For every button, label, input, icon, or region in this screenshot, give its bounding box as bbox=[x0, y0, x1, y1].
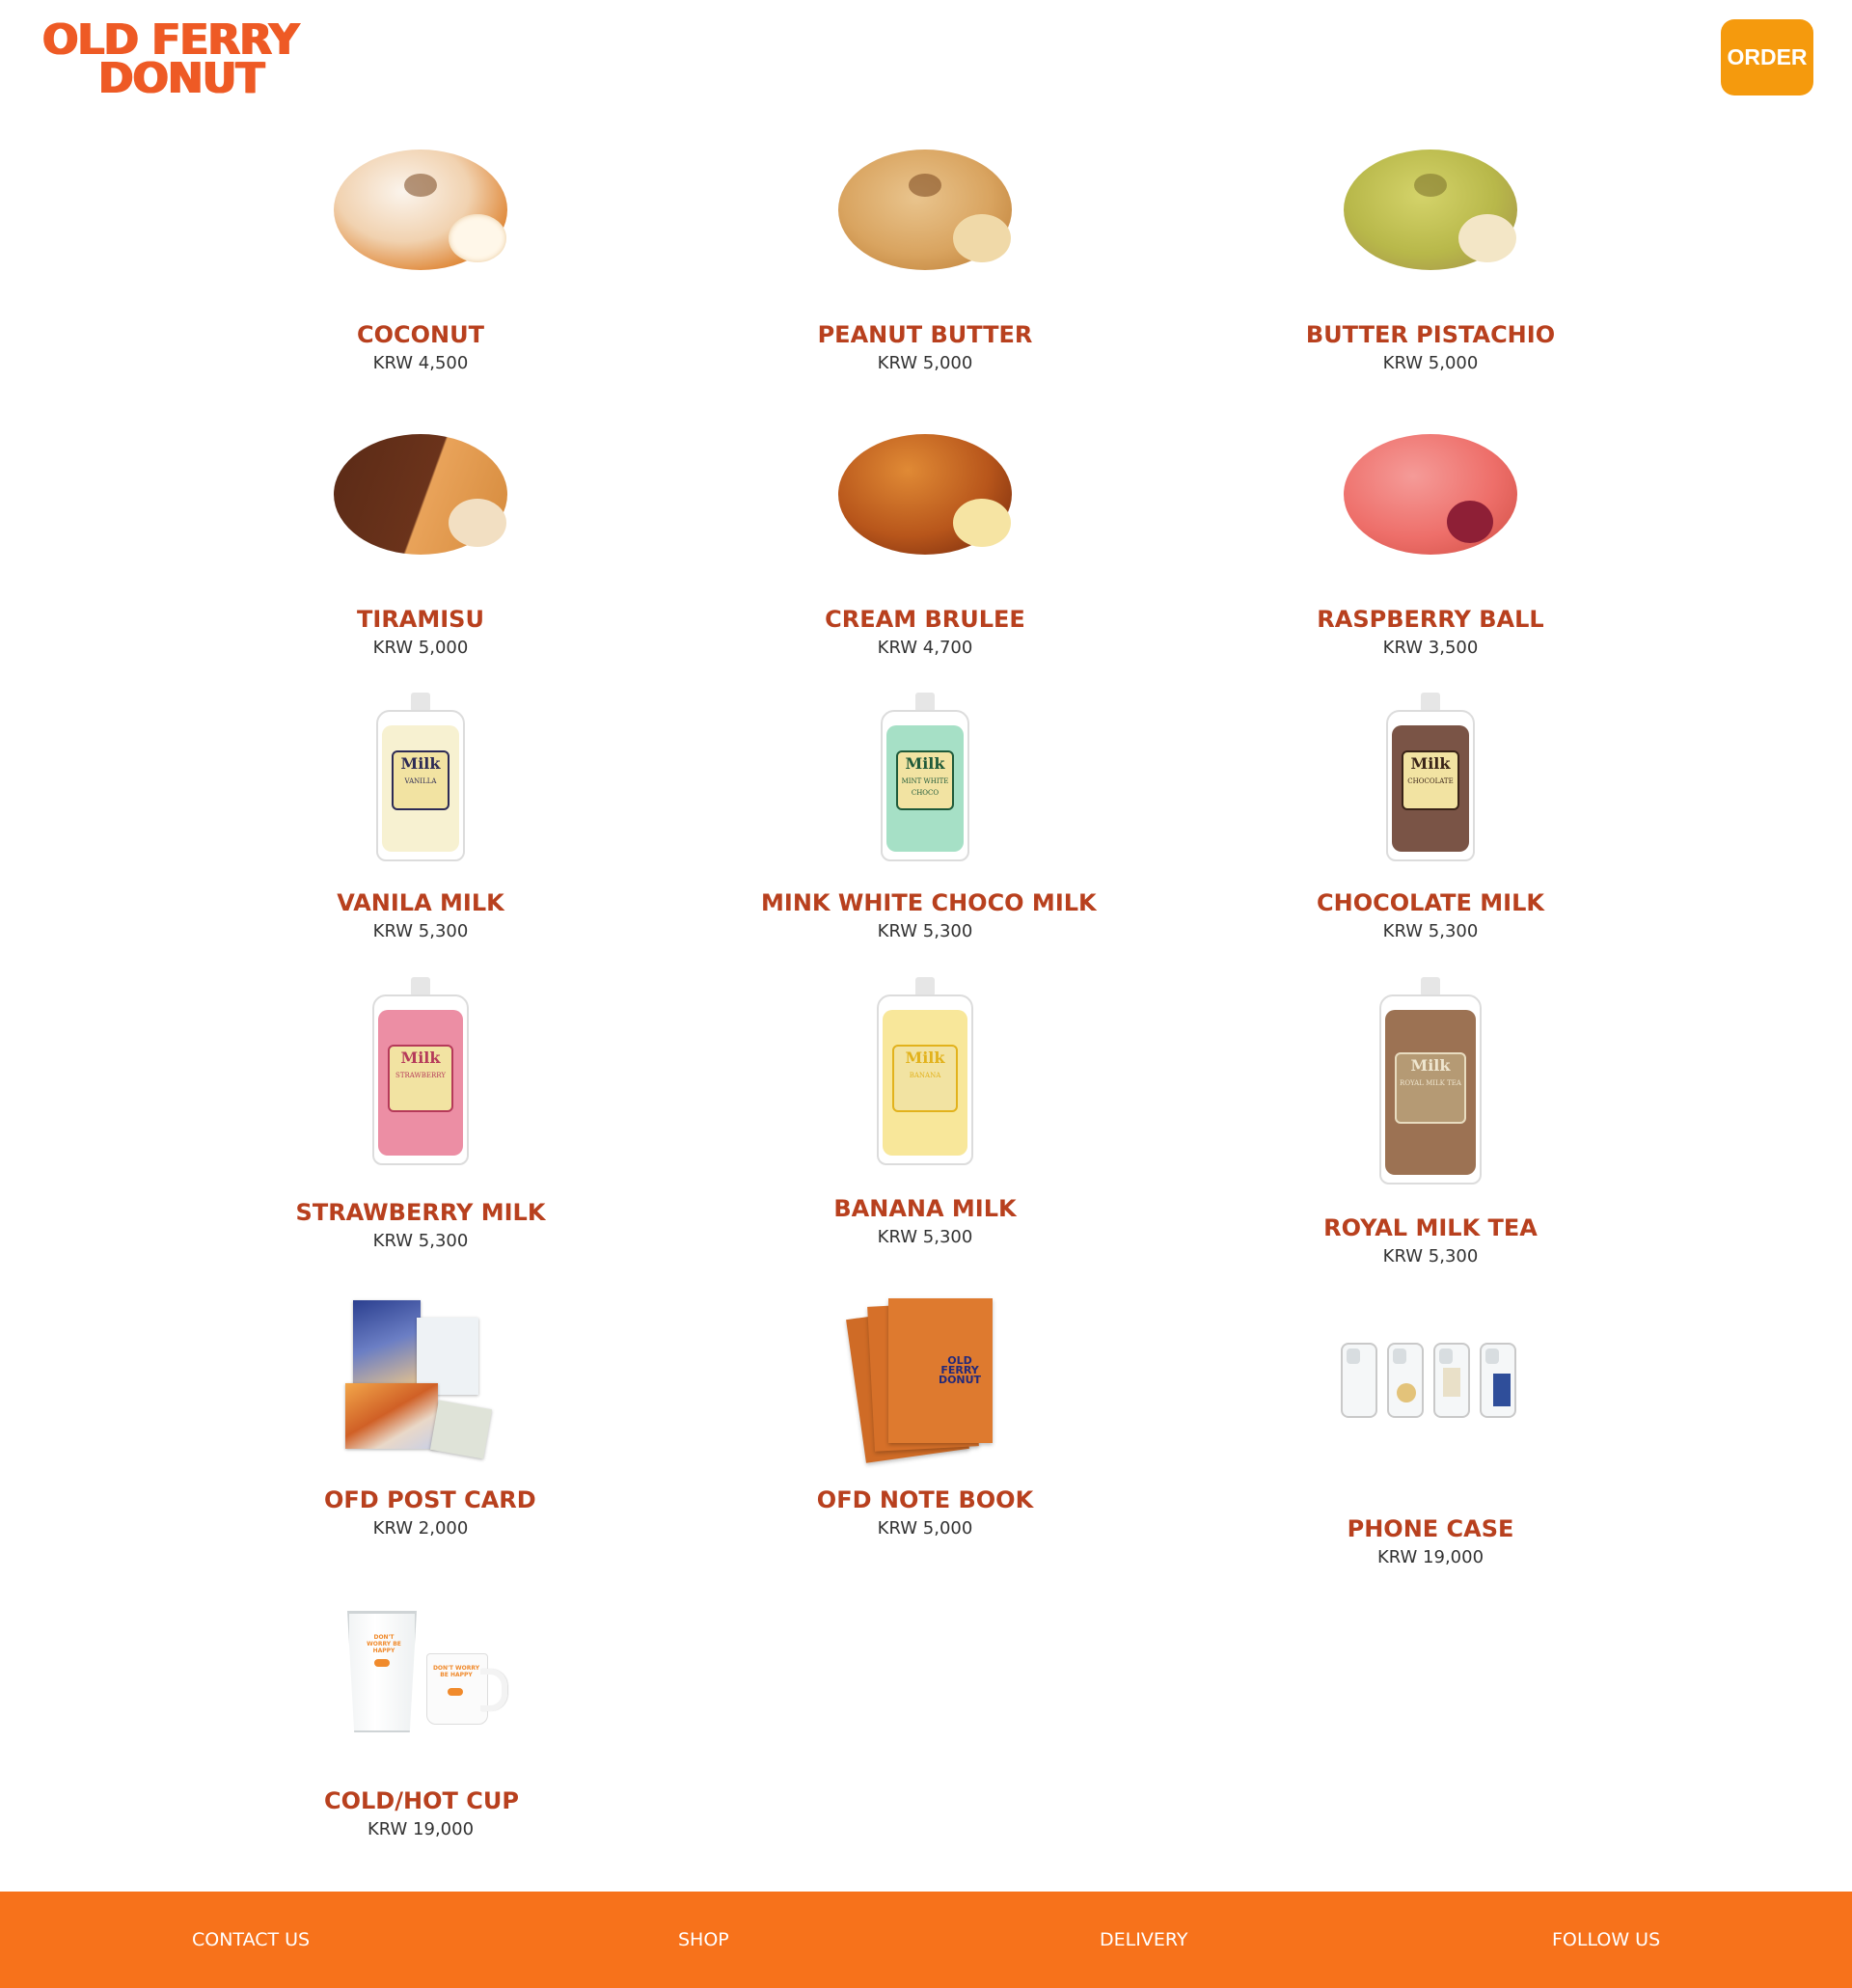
product-name[interactable]: COCONUT bbox=[324, 320, 517, 349]
ofd-note-book-image[interactable]: OLD FERRY DONUT bbox=[846, 1291, 1002, 1463]
footer-link-shop[interactable]: SHOP bbox=[678, 1892, 729, 1988]
peanut-butter-donut-image[interactable] bbox=[833, 135, 1017, 280]
ofd-post-card-image[interactable] bbox=[334, 1291, 507, 1464]
pouch-flavor: BANANA bbox=[909, 1072, 941, 1079]
mug-print: DON'T WORRY BE HAPPY bbox=[432, 1665, 480, 1678]
order-button[interactable]: ORDER bbox=[1721, 19, 1813, 95]
product-name[interactable]: RASPBERRY BALL bbox=[1266, 605, 1594, 634]
product-price: KRW 4,700 bbox=[877, 638, 973, 658]
strawberry-milk-pouch-image[interactable]: Milk STRAWBERRY bbox=[372, 977, 469, 1165]
product-card-ofd-post-card[interactable]: OFD POST CARD KRW 2,000 bbox=[324, 1291, 536, 1541]
product-name[interactable]: OFD NOTE BOOK bbox=[761, 1485, 1089, 1514]
pouch-label: Milk bbox=[1410, 1056, 1451, 1075]
product-name[interactable]: OFD POST CARD bbox=[324, 1485, 536, 1514]
product-name[interactable]: TIRAMISU bbox=[324, 605, 517, 634]
product-price: KRW 3,500 bbox=[1382, 638, 1479, 658]
cream-brulee-donut-image[interactable] bbox=[833, 420, 1017, 564]
tiramisu-donut-image[interactable] bbox=[329, 420, 512, 564]
banana-milk-pouch-image[interactable]: Milk BANANA bbox=[877, 977, 973, 1165]
product-name[interactable]: VANILA MILK bbox=[324, 888, 517, 917]
pouch-flavor: STRAWBERRY bbox=[395, 1072, 446, 1079]
footer-link-delivery[interactable]: DELIVERY bbox=[1100, 1892, 1187, 1988]
mug-badge bbox=[448, 1688, 463, 1696]
notebook-logo: OLD FERRY DONUT bbox=[938, 1354, 982, 1386]
product-name[interactable]: BUTTER PISTACHIO bbox=[1266, 320, 1594, 349]
brand-logo[interactable]: OLD FERRY DONUT bbox=[42, 19, 332, 103]
product-card-cold-hot-cup[interactable]: DON'T WORRY BE HAPPY DON'T WORRY BE HAPP… bbox=[324, 1601, 519, 1842]
product-price: KRW 19,000 bbox=[367, 1819, 475, 1839]
product-price: KRW 5,300 bbox=[1382, 1246, 1479, 1266]
vanila-milk-pouch-image[interactable]: Milk VANILLA bbox=[376, 693, 465, 861]
product-card-royal-milk-tea[interactable]: Milk ROYAL MILK TEA ROYAL MILK TEA KRW 5,… bbox=[1266, 977, 1594, 1269]
product-name[interactable]: CHOCOLATE MILK bbox=[1266, 888, 1594, 917]
product-card-raspberry-ball[interactable]: RASPBERRY BALL KRW 3,500 bbox=[1266, 420, 1594, 661]
product-card-ofd-note-book[interactable]: OLD FERRY DONUT OFD NOTE BOOK KRW 5,000 bbox=[761, 1291, 1089, 1541]
product-card-coconut[interactable]: COCONUT KRW 4,500 bbox=[324, 135, 517, 376]
royal-milk-tea-pouch-image[interactable]: Milk ROYAL MILK TEA bbox=[1379, 977, 1482, 1185]
product-card-peanut-butter[interactable]: PEANUT BUTTER KRW 5,000 bbox=[761, 135, 1089, 376]
product-price: KRW 4,500 bbox=[372, 353, 469, 373]
pouch-label: Milk bbox=[1410, 754, 1451, 773]
pouch-label: Milk bbox=[400, 1048, 441, 1067]
product-card-tiramisu[interactable]: TIRAMISU KRW 5,000 bbox=[324, 420, 517, 661]
product-name[interactable]: BANANA MILK bbox=[761, 1194, 1089, 1223]
product-price: KRW 5,300 bbox=[372, 1231, 469, 1251]
product-price: KRW 5,000 bbox=[372, 638, 469, 658]
butter-pistachio-donut-image[interactable] bbox=[1339, 135, 1522, 280]
pouch-flavor: CHOCOLATE bbox=[1407, 777, 1454, 785]
product-name[interactable]: COLD/HOT CUP bbox=[324, 1786, 519, 1815]
product-price: KRW 5,000 bbox=[1382, 353, 1479, 373]
glass-badge bbox=[374, 1659, 390, 1667]
product-name[interactable]: PHONE CASE bbox=[1266, 1514, 1594, 1543]
product-card-strawberry-milk[interactable]: Milk STRAWBERRY STRAWBERRY MILK KRW 5,300 bbox=[286, 977, 556, 1254]
product-name[interactable]: CREAM BRULEE bbox=[761, 605, 1089, 634]
pouch-label: Milk bbox=[905, 1048, 945, 1067]
product-card-mint-white-choco-milk[interactable]: Milk MINT WHITE CHOCO MINK WHITE CHOCO MI… bbox=[761, 693, 1097, 944]
product-name[interactable]: PEANUT BUTTER bbox=[761, 320, 1089, 349]
pouch-label: Milk bbox=[905, 754, 945, 773]
product-price: KRW 5,300 bbox=[877, 921, 973, 941]
footer-link-contact-us[interactable]: CONTACT US bbox=[192, 1892, 310, 1988]
mint-white-choco-milk-pouch-image[interactable]: Milk MINT WHITE CHOCO bbox=[881, 693, 969, 861]
product-price: KRW 2,000 bbox=[372, 1518, 469, 1539]
product-price: KRW 5,000 bbox=[877, 353, 973, 373]
product-card-vanila-milk[interactable]: Milk VANILLA VANILA MILK KRW 5,300 bbox=[324, 693, 517, 944]
pouch-flavor: VANILLA bbox=[404, 777, 437, 785]
product-price: KRW 5,000 bbox=[877, 1518, 973, 1539]
site-header: OLD FERRY DONUT ORDER bbox=[0, 0, 1852, 116]
product-price: KRW 19,000 bbox=[1376, 1547, 1484, 1567]
pouch-label: Milk bbox=[400, 754, 441, 773]
coconut-donut-image[interactable] bbox=[329, 135, 512, 280]
raspberry-ball-donut-image[interactable] bbox=[1339, 420, 1522, 564]
product-name[interactable]: STRAWBERRY MILK bbox=[286, 1198, 556, 1227]
product-price: KRW 5,300 bbox=[372, 921, 469, 941]
product-price: KRW 5,300 bbox=[1382, 921, 1479, 941]
product-card-phone-case[interactable]: PHONE CASE KRW 19,000 bbox=[1266, 1291, 1594, 1570]
brand-logo-line2: DONUT bbox=[98, 54, 265, 103]
site-footer: CONTACT US SHOP DELIVERY FOLLOW US bbox=[0, 1892, 1852, 1988]
pouch-flavor: ROYAL MILK TEA bbox=[1400, 1079, 1461, 1087]
footer-link-follow-us[interactable]: FOLLOW US bbox=[1552, 1892, 1660, 1988]
phone-case-image[interactable] bbox=[1339, 1343, 1522, 1430]
product-price: KRW 5,300 bbox=[877, 1227, 973, 1247]
product-name[interactable]: MINK WHITE CHOCO MILK bbox=[761, 888, 1097, 917]
pouch-flavor: MINT WHITE CHOCO bbox=[901, 777, 949, 797]
glass-print: DON'T WORRY BE HAPPY bbox=[367, 1634, 401, 1654]
product-card-banana-milk[interactable]: Milk BANANA BANANA MILK KRW 5,300 bbox=[761, 977, 1089, 1250]
product-card-chocolate-milk[interactable]: Milk CHOCOLATE CHOCOLATE MILK KRW 5,300 bbox=[1266, 693, 1594, 944]
chocolate-milk-pouch-image[interactable]: Milk CHOCOLATE bbox=[1386, 693, 1475, 861]
cold-hot-cup-image[interactable]: DON'T WORRY BE HAPPY DON'T WORRY BE HAPP… bbox=[334, 1601, 507, 1746]
product-card-cream-brulee[interactable]: CREAM BRULEE KRW 4,700 bbox=[761, 420, 1089, 661]
product-card-butter-pistachio[interactable]: BUTTER PISTACHIO KRW 5,000 bbox=[1266, 135, 1594, 376]
product-name[interactable]: ROYAL MILK TEA bbox=[1266, 1213, 1594, 1242]
